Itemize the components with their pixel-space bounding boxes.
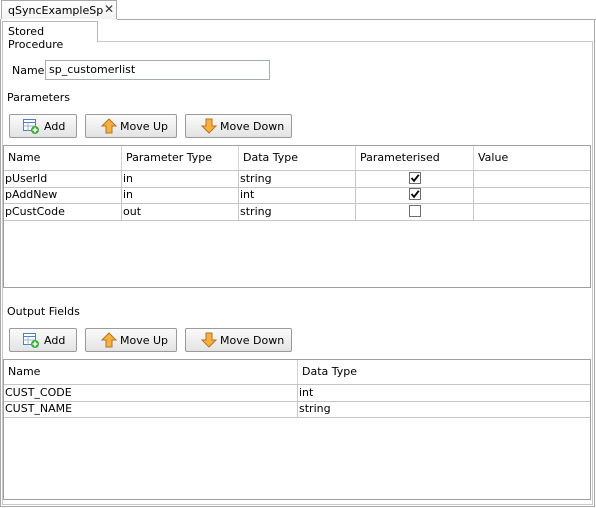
parameters-table: Name Parameter Type Data Type Parameteri… [3,145,591,288]
output-move-up-label: Move Up [120,333,169,347]
table-add-icon [22,331,40,349]
param-type-cell[interactable]: in [122,171,239,187]
parameters-add-label: Add [44,119,66,133]
arrow-up-icon [100,117,118,135]
parameterised-cell [356,171,474,187]
column-header-data-type[interactable]: Data Type [298,360,590,384]
data-type-cell[interactable]: int [298,385,590,401]
column-header-name[interactable]: Name [4,146,122,170]
tab-stored-procedure[interactable]: Stored Procedure [2,21,98,51]
field-name-cell[interactable]: CUST_NAME [4,401,298,417]
parameters-move-up-button[interactable]: Move Up [85,114,177,138]
output-move-down-label: Move Down [220,333,285,347]
output-add-button[interactable]: Add [9,328,77,352]
table-row[interactable]: CUST_NAME string [4,401,590,418]
table-row[interactable]: CUST_CODE int [4,384,590,402]
arrow-down-icon [200,331,218,349]
parameterised-checkbox[interactable] [409,188,421,200]
param-name-cell[interactable]: pUserId [4,171,122,187]
arrow-down-icon [200,117,218,135]
parameters-label: Parameters [7,91,70,104]
checkmark-icon [410,174,420,183]
value-cell[interactable] [474,171,590,187]
parameterised-checkbox[interactable] [409,205,421,217]
output-fields-table-header: Name Data Type [4,360,590,384]
output-fields-label: Output Fields [7,305,80,318]
data-type-cell[interactable]: int [239,187,356,203]
output-move-up-button[interactable]: Move Up [85,328,177,352]
value-cell[interactable] [474,204,590,220]
column-header-name[interactable]: Name [4,360,298,384]
close-icon[interactable]: ✕ [104,2,114,16]
arrow-up-icon [100,331,118,349]
parameters-move-down-label: Move Down [220,119,285,133]
parameters-move-up-label: Move Up [120,119,169,133]
field-name-cell[interactable]: CUST_CODE [4,385,298,401]
table-add-icon [22,117,40,135]
parameters-table-header: Name Parameter Type Data Type Parameteri… [4,146,590,170]
column-header-data-type[interactable]: Data Type [239,146,356,170]
parameterised-cell [356,204,474,220]
parameterised-cell [356,187,474,203]
output-add-label: Add [44,333,66,347]
data-type-cell[interactable]: string [239,171,356,187]
column-header-value[interactable]: Value [474,146,590,170]
param-name-cell[interactable]: pCustCode [4,204,122,220]
editor-tab-title: qSyncExampleSp [8,4,104,17]
param-type-cell[interactable]: in [122,187,239,203]
checkmark-icon [410,190,420,199]
column-header-parameter-type[interactable]: Parameter Type [122,146,239,170]
data-type-cell[interactable]: string [239,204,356,220]
editor-tab[interactable]: qSyncExampleSp ✕ [1,0,117,19]
output-move-down-button[interactable]: Move Down [185,328,292,352]
table-row[interactable]: pUserId in string [4,170,590,188]
param-type-cell[interactable]: out [122,204,239,220]
output-fields-table: Name Data Type CUST_CODE int CUST_NAME s… [3,359,591,500]
table-row[interactable]: pCustCode out string [4,204,590,221]
table-row[interactable]: pAddNew in int [4,187,590,204]
param-name-cell[interactable]: pAddNew [4,187,122,203]
parameters-add-button[interactable]: Add [9,114,77,138]
parameterised-checkbox[interactable] [409,172,421,184]
name-input[interactable]: sp_customerlist [45,60,270,80]
data-type-cell[interactable]: string [298,401,590,417]
parameters-move-down-button[interactable]: Move Down [185,114,292,138]
name-label: Name [12,64,45,77]
column-header-parameterised[interactable]: Parameterised [356,146,474,170]
value-cell[interactable] [474,187,590,203]
